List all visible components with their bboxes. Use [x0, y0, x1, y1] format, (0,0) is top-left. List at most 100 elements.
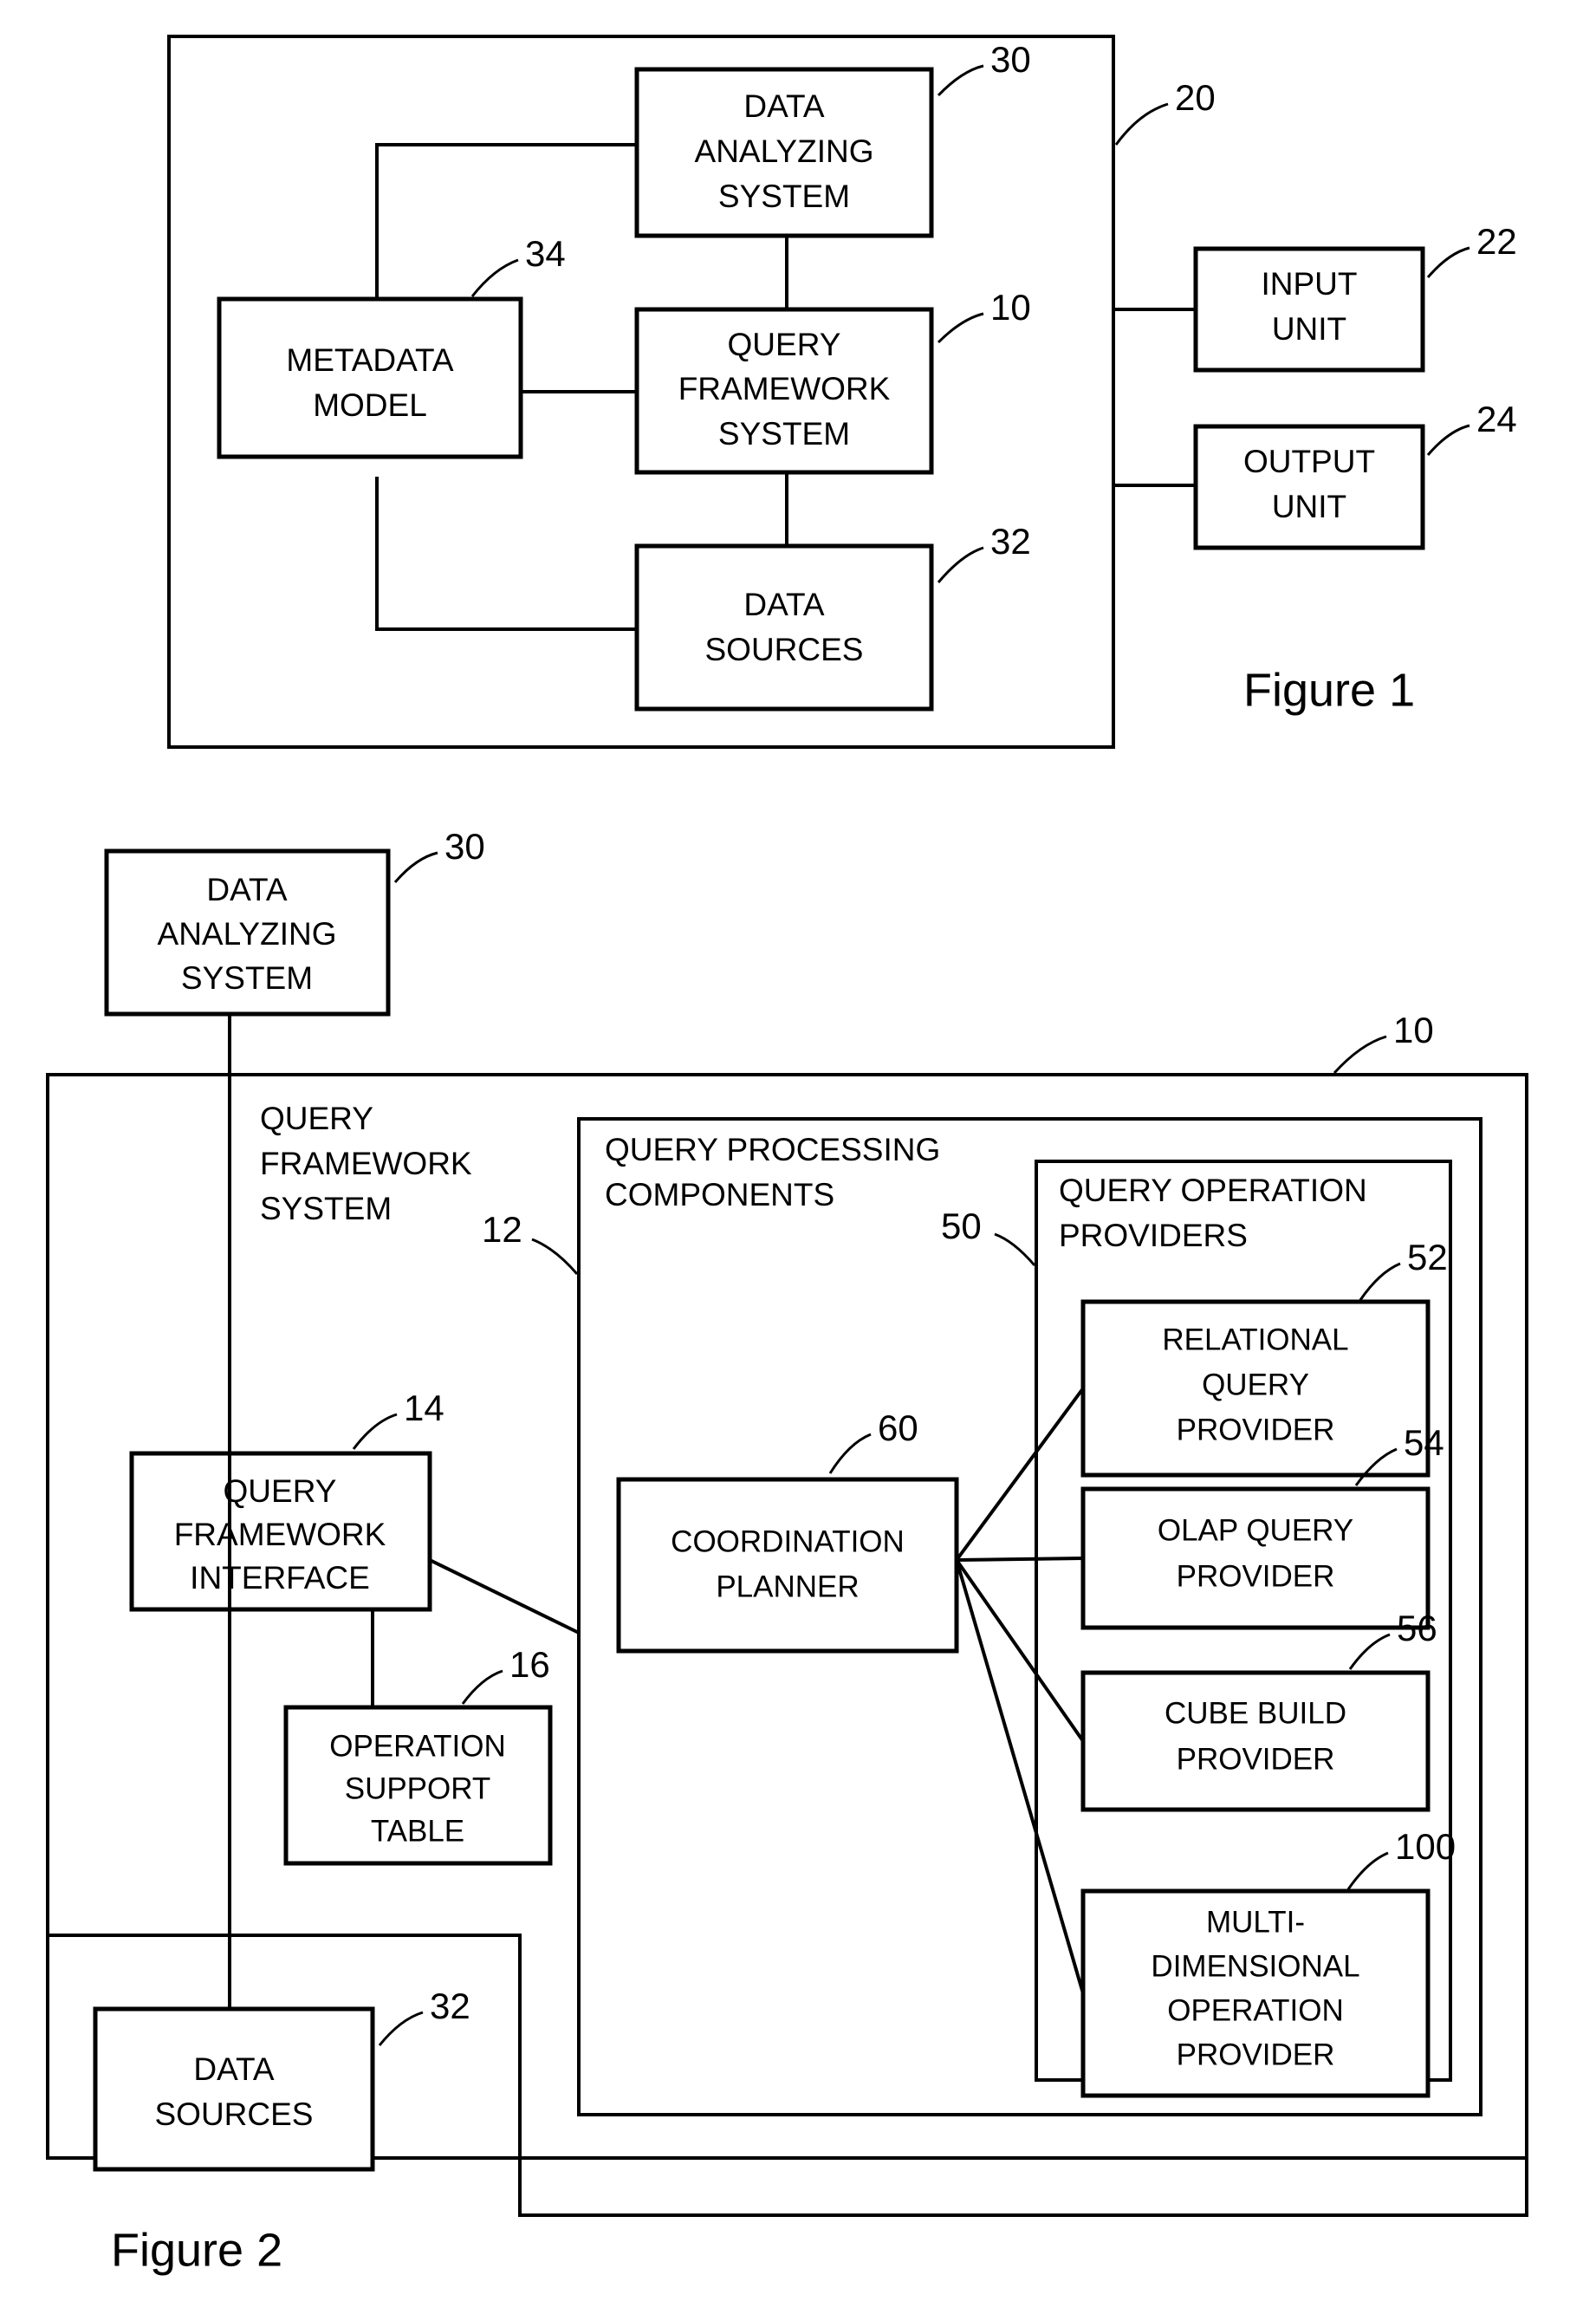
f2-ref-10: 10 — [1393, 1010, 1434, 1050]
f2-ref-12: 12 — [482, 1209, 522, 1250]
f2-label-olap-line2: PROVIDER — [1177, 1559, 1335, 1593]
f1-leader-24 — [1426, 424, 1470, 456]
f2-label-mdop-line1: MULTI- — [1206, 1905, 1305, 1939]
f2-leader-52 — [1359, 1262, 1401, 1301]
f2-label-rqp-line3: PROVIDER — [1177, 1413, 1335, 1446]
f1-leader-30 — [937, 64, 984, 97]
f2-label-qfi-line3: INTERFACE — [190, 1560, 370, 1596]
f2-box-data-sources — [93, 2006, 375, 2172]
f1-leader-10 — [937, 312, 984, 344]
f2-ref-32: 32 — [430, 1986, 470, 2026]
f1-box-metadata-model — [217, 296, 523, 459]
f2-label-qfs-line3: SYSTEM — [260, 1191, 392, 1226]
f1-label-input-unit-line1: INPUT — [1262, 266, 1358, 302]
f2-ref-60: 60 — [878, 1407, 918, 1448]
f1-ref-20: 20 — [1175, 77, 1216, 118]
f2-box-cube-build-provider — [1080, 1670, 1431, 1812]
f2-label-cp-line2: PLANNER — [716, 1570, 859, 1603]
f1-label-qfs-line2: FRAMEWORK — [678, 371, 891, 406]
f1-leader-22 — [1426, 246, 1470, 278]
f2-label-das-line2: ANALYZING — [158, 916, 337, 952]
f1-label-metadata-model-line2: MODEL — [313, 387, 427, 423]
f1-label-metadata-model-line1: METADATA — [286, 342, 454, 378]
f1-ref-22: 22 — [1476, 221, 1517, 262]
f1-label-data-analyzing-system-line1: DATA — [743, 88, 825, 124]
patent-drawing-canvas: DATA ANALYZING SYSTEM 30 METADATA MODEL … — [46, 35, 1528, 2276]
f2-label-qfs-line2: FRAMEWORK — [260, 1146, 472, 1181]
f1-label-data-sources-line1: DATA — [743, 587, 825, 622]
f2-label-cube-line1: CUBE BUILD — [1165, 1696, 1346, 1730]
f2-label-qop-line2: PROVIDERS — [1059, 1218, 1248, 1253]
f1-ref-10: 10 — [990, 287, 1031, 328]
f2-label-ost-line1: OPERATION — [329, 1729, 506, 1763]
f2-leader-14 — [352, 1413, 398, 1450]
f2-connector-cp-to-cube — [955, 1558, 1085, 1743]
figure-1-group: DATA ANALYZING SYSTEM 30 METADATA MODEL … — [167, 35, 1517, 749]
f1-leader-34 — [470, 258, 519, 297]
f2-label-qfi-line2: FRAMEWORK — [174, 1517, 386, 1552]
f2-label-qop-line1: QUERY OPERATION — [1059, 1173, 1367, 1208]
f2-ref-50: 50 — [941, 1206, 982, 1246]
f1-ref-24: 24 — [1476, 399, 1517, 439]
f2-label-das-line3: SYSTEM — [181, 960, 313, 996]
f2-label-qfi-line1: QUERY — [224, 1473, 337, 1509]
f2-label-olap-line1: OLAP QUERY — [1158, 1513, 1353, 1547]
f2-leader-56 — [1348, 1633, 1391, 1670]
f2-label-qpc-line1: QUERY PROCESSING — [605, 1132, 940, 1167]
connector-metadata-to-sources — [375, 477, 637, 631]
f1-ref-30: 30 — [990, 39, 1031, 80]
f2-box-olap-query-provider — [1080, 1486, 1431, 1630]
patent-figure-page: DATA ANALYZING SYSTEM 30 METADATA MODEL … — [0, 0, 1596, 2314]
f1-label-qfs-line1: QUERY — [728, 327, 841, 362]
f2-ref-30: 30 — [444, 826, 485, 867]
f2-connector-qfi-to-qpc — [429, 1558, 580, 1635]
f2-leader-16 — [461, 1669, 503, 1705]
figure-2-group: DATA ANALYZING SYSTEM 30 QUERY FRAMEWORK… — [46, 826, 1528, 2276]
f1-label-data-sources-line2: SOURCES — [705, 632, 864, 667]
f1-label-data-analyzing-system-line2: ANALYZING — [695, 133, 874, 169]
f2-ref-54: 54 — [1404, 1422, 1444, 1463]
f2-connector-cp-to-relational — [955, 1387, 1085, 1562]
f2-label-cube-line2: PROVIDER — [1177, 1742, 1335, 1776]
f2-connector-cp-to-multidim — [955, 1559, 1085, 1994]
f2-label-ost-line3: TABLE — [371, 1814, 464, 1848]
f2-ref-52: 52 — [1407, 1237, 1448, 1277]
f2-label-cp-line1: COORDINATION — [671, 1524, 905, 1558]
f2-label-qpc-line2: COMPONENTS — [605, 1177, 834, 1212]
f1-ref-34: 34 — [525, 233, 566, 274]
f2-ref-16: 16 — [509, 1644, 550, 1685]
f1-label-input-unit-line2: UNIT — [1272, 311, 1346, 347]
f2-ref-56: 56 — [1397, 1608, 1437, 1648]
f2-label-ost-line2: SUPPORT — [345, 1771, 491, 1805]
f2-label-rqp-line1: RELATIONAL — [1162, 1323, 1348, 1356]
f2-label-ds-line1: DATA — [193, 2051, 275, 2087]
figure1-caption: Figure 1 — [1243, 664, 1415, 716]
f2-leader-50 — [994, 1232, 1036, 1266]
f2-leader-12 — [531, 1238, 579, 1275]
f2-leader-100 — [1346, 1851, 1389, 1890]
f2-label-qfs-line1: QUERY — [260, 1101, 373, 1136]
f2-label-mdop-line4: PROVIDER — [1177, 2038, 1335, 2071]
f2-label-mdop-line3: OPERATION — [1167, 1993, 1344, 2027]
f2-ref-100: 100 — [1395, 1826, 1456, 1867]
f1-box-data-sources — [634, 543, 934, 712]
f2-leader-60 — [828, 1433, 872, 1474]
f1-label-data-analyzing-system-line3: SYSTEM — [718, 179, 850, 214]
f2-leader-32 — [378, 2011, 424, 2046]
f2-leader-30 — [393, 851, 438, 883]
f2-label-rqp-line2: QUERY — [1202, 1368, 1309, 1401]
f1-label-qfs-line3: SYSTEM — [718, 416, 850, 452]
f2-label-mdop-line2: DIMENSIONAL — [1151, 1949, 1359, 1983]
f1-leader-20 — [1114, 102, 1169, 146]
f1-ref-32: 32 — [990, 521, 1031, 562]
f1-label-output-unit-line2: UNIT — [1272, 489, 1346, 524]
f2-label-das-line1: DATA — [206, 872, 288, 907]
f2-connector-cp-to-olap — [956, 1557, 1084, 1562]
figure2-caption: Figure 2 — [111, 2224, 282, 2276]
f2-leader-10 — [1333, 1035, 1387, 1075]
f1-label-output-unit-line1: OUTPUT — [1243, 444, 1375, 479]
f2-label-ds-line2: SOURCES — [155, 2096, 314, 2132]
f2-ref-14: 14 — [404, 1388, 444, 1428]
f1-leader-32 — [937, 546, 984, 583]
f2-box-coordination-planner — [616, 1477, 959, 1654]
